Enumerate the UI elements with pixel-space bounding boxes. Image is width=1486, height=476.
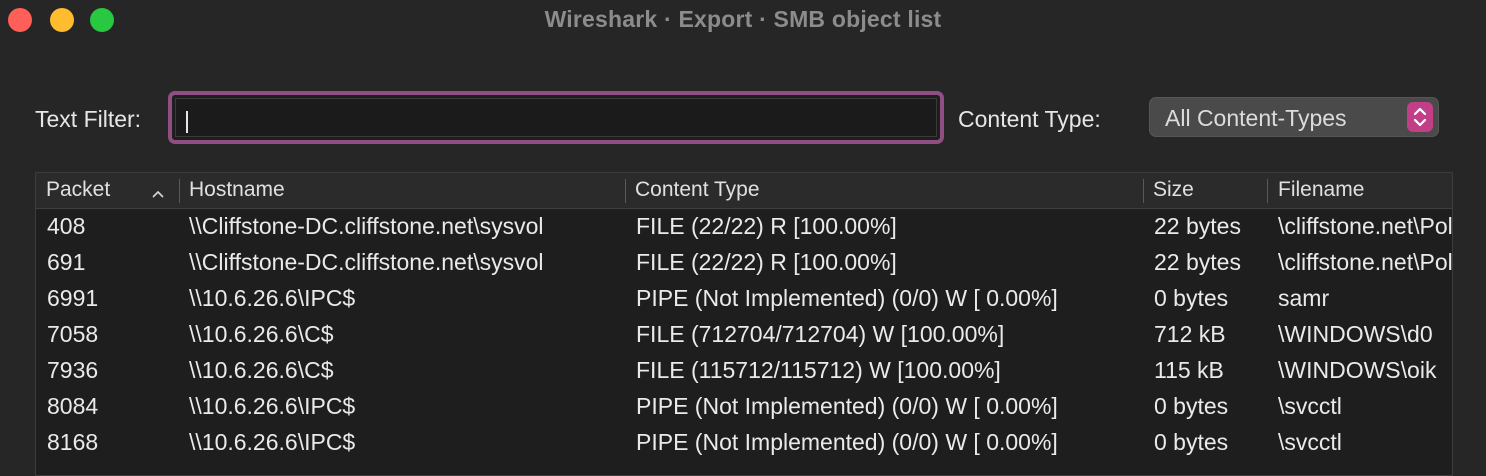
cell-filename: \cliffstone.net\Policies\	[1278, 249, 1453, 275]
table-row[interactable]: 7936 \\10.6.26.6\C$ FILE (115712/115712)…	[36, 353, 1452, 389]
cell-content-type: FILE (712704/712704) W [100.00%]	[636, 321, 1005, 347]
column-header-content-type[interactable]: Content Type	[635, 178, 760, 202]
cell-packet: 691	[47, 249, 86, 275]
content-type-selected-value: All Content-Types	[1165, 105, 1347, 131]
cell-size: 0 bytes	[1154, 393, 1229, 419]
cell-size: 712 kB	[1154, 321, 1226, 347]
cell-packet: 7058	[47, 321, 99, 347]
content-type-label: Content Type:	[958, 106, 1101, 132]
cell-size: 22 bytes	[1154, 249, 1241, 275]
column-header-size[interactable]: Size	[1153, 178, 1194, 202]
cell-filename: \svcctl	[1278, 393, 1342, 419]
cell-hostname: \\Cliffstone-DC.cliffstone.net\sysvol	[189, 249, 544, 275]
table-row[interactable]: 6991 \\10.6.26.6\IPC$ PIPE (Not Implemen…	[36, 281, 1452, 317]
cell-hostname: \\10.6.26.6\IPC$	[189, 285, 356, 311]
content-type-select[interactable]: All Content-Types	[1149, 97, 1439, 137]
smb-object-table: Packet Hostname Content Type Size Filena…	[35, 172, 1453, 476]
cell-packet: 6991	[47, 285, 99, 311]
cell-content-type: FILE (22/22) R [100.00%]	[636, 249, 897, 275]
table-row[interactable]: 7058 \\10.6.26.6\C$ FILE (712704/712704)…	[36, 317, 1452, 353]
column-divider[interactable]	[1143, 179, 1144, 203]
cell-hostname: \\10.6.26.6\C$	[189, 357, 334, 383]
column-divider[interactable]	[625, 179, 626, 203]
cell-hostname: \\10.6.26.6\IPC$	[189, 429, 356, 455]
cell-filename: \svcctl	[1278, 429, 1342, 455]
table-row[interactable]: 691 \\Cliffstone-DC.cliffstone.net\sysvo…	[36, 245, 1453, 281]
cell-filename: samr	[1278, 285, 1330, 311]
table-row[interactable]: 408 \\Cliffstone-DC.cliffstone.net\sysvo…	[36, 209, 1453, 245]
cell-hostname: \\10.6.26.6\C$	[189, 321, 334, 347]
cell-filename: \WINDOWS\oik	[1278, 357, 1437, 383]
table-row[interactable]: 8084 \\10.6.26.6\IPC$ PIPE (Not Implemen…	[36, 389, 1452, 425]
column-divider[interactable]	[1267, 179, 1268, 203]
title-bar: Wireshark · Export · SMB object list	[0, 0, 1486, 40]
cell-filename: \cliffstone.net\Policies\	[1278, 213, 1453, 239]
text-filter-label: Text Filter:	[35, 106, 142, 132]
cell-size: 22 bytes	[1154, 213, 1241, 239]
text-cursor	[186, 111, 188, 133]
cell-hostname: \\Cliffstone-DC.cliffstone.net\sysvol	[189, 213, 544, 239]
cell-size: 0 bytes	[1154, 285, 1229, 311]
cell-content-type: PIPE (Not Implemented) (0/0) W [ 0.00%]	[636, 429, 1058, 455]
column-header-hostname[interactable]: Hostname	[189, 178, 285, 202]
cell-filename: \WINDOWS\d0	[1278, 321, 1433, 347]
chevron-up-icon	[152, 185, 164, 203]
table-header: Packet Hostname Content Type Size Filena…	[36, 173, 1452, 209]
column-header-packet[interactable]: Packet	[46, 178, 110, 202]
window-title: Wireshark · Export · SMB object list	[544, 6, 942, 32]
cell-content-type: FILE (115712/115712) W [100.00%]	[636, 357, 1001, 383]
table-row[interactable]: 8168 \\10.6.26.6\IPC$ PIPE (Not Implemen…	[36, 425, 1452, 461]
cell-packet: 8084	[47, 393, 99, 419]
cell-packet: 8168	[47, 429, 99, 455]
text-filter-input[interactable]	[168, 91, 944, 144]
table-body: 408 \\Cliffstone-DC.cliffstone.net\sysvo…	[36, 209, 1453, 461]
column-header-filename[interactable]: Filename	[1278, 178, 1364, 202]
cell-packet: 7936	[47, 357, 99, 383]
cell-hostname: \\10.6.26.6\IPC$	[189, 393, 356, 419]
export-smb-window: Wireshark · Export · SMB object list Tex…	[0, 0, 1486, 476]
cell-size: 115 kB	[1154, 357, 1224, 383]
cell-content-type: PIPE (Not Implemented) (0/0) W [ 0.00%]	[636, 285, 1058, 311]
cell-packet: 408	[47, 213, 86, 239]
up-down-chevron-icon[interactable]	[1407, 102, 1433, 132]
cell-content-type: PIPE (Not Implemented) (0/0) W [ 0.00%]	[636, 393, 1058, 419]
cell-content-type: FILE (22/22) R [100.00%]	[636, 213, 897, 239]
text-filter-field[interactable]	[175, 98, 937, 137]
cell-size: 0 bytes	[1154, 429, 1229, 455]
column-divider[interactable]	[179, 179, 180, 203]
